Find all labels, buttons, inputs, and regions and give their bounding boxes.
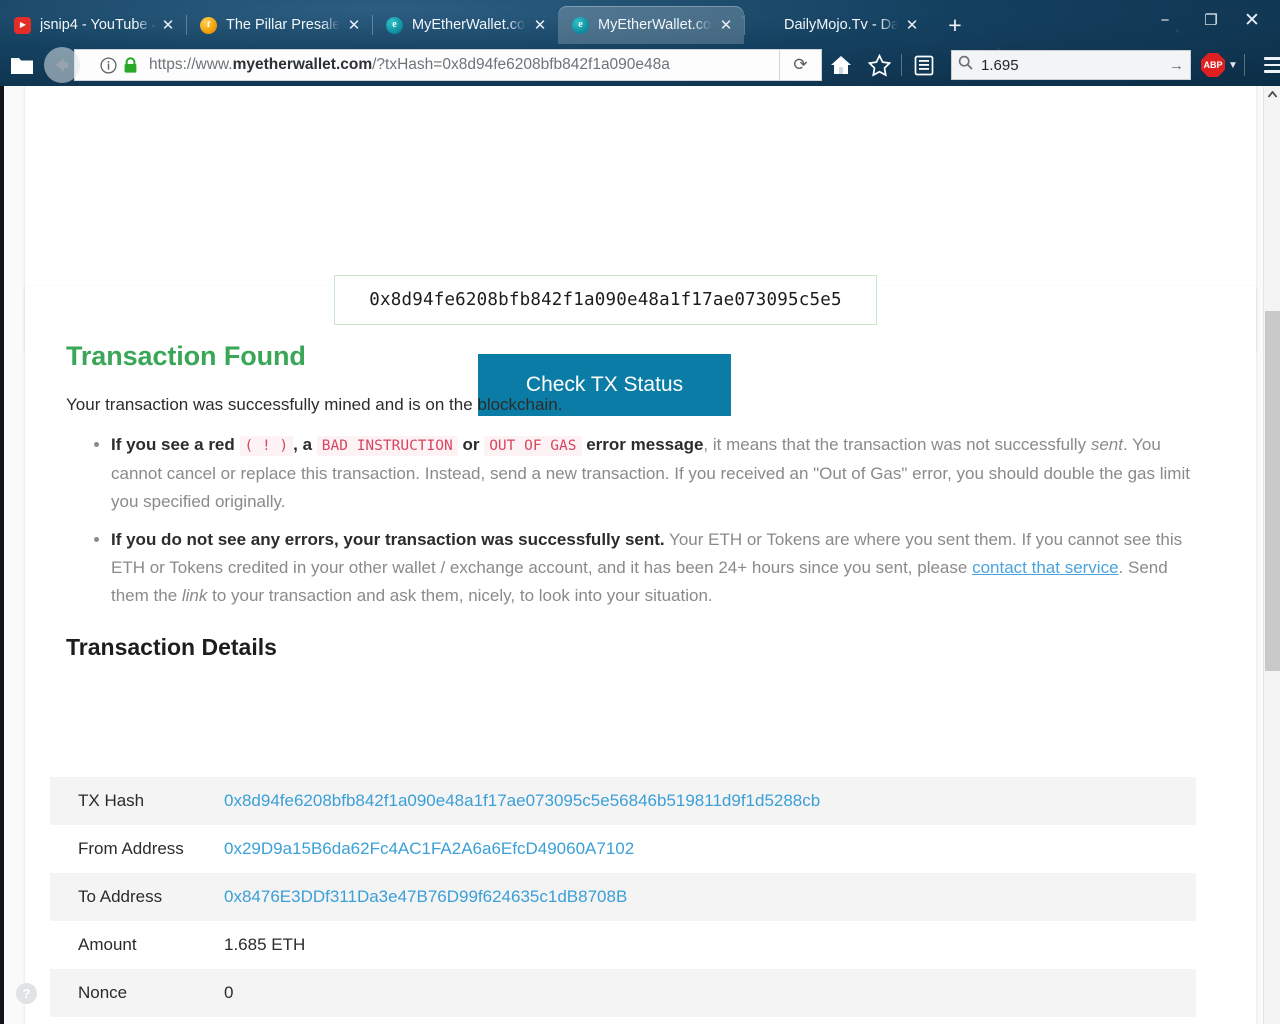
navigation-toolbar: https://www.myetherwallet.com/?txHash=0x… — [0, 44, 1280, 86]
bullet1-italic-sent: sent — [1090, 435, 1123, 454]
chevron-down-icon[interactable]: ▼ — [1225, 60, 1241, 71]
search-bar[interactable]: 1.695 → — [951, 50, 1191, 80]
bookmark-star-icon[interactable] — [860, 46, 898, 84]
code-out-of-gas: OUT OF GAS — [484, 436, 582, 456]
table-row: TX Hash 0x8d94fe6208bfb842f1a090e48a1f17… — [50, 777, 1196, 825]
bullet1-lead-d: error message — [581, 435, 704, 454]
bullet1-lead-c: or — [457, 435, 485, 454]
search-go-icon[interactable]: → — [1169, 57, 1184, 74]
transaction-details-table: TX Hash 0x8d94fe6208bfb842f1a090e48a1f17… — [16, 777, 1196, 1024]
help-icon[interactable]: ? — [16, 983, 37, 1004]
table-row: ? Gas Limit 84009 — [50, 1017, 1196, 1024]
bullet2-rest-c: to your transaction and ask them, nicely… — [207, 586, 713, 605]
bullet-success-info: If you do not see any errors, your trans… — [111, 526, 1196, 610]
tab-separator — [186, 15, 187, 35]
tab-separator — [744, 15, 745, 35]
close-icon[interactable]: ✕ — [156, 13, 180, 37]
bullet2-bold: If you do not see any errors, your trans… — [111, 530, 665, 549]
home-icon[interactable] — [822, 46, 860, 84]
scrollbar-thumb[interactable] — [1265, 311, 1280, 671]
row-label: To Address — [78, 887, 163, 906]
tab-title: The Pillar Presale S — [226, 17, 340, 33]
adblock-plus-icon[interactable]: ABP — [1201, 53, 1225, 77]
back-button[interactable] — [44, 47, 80, 83]
site-info-icon[interactable] — [97, 54, 119, 76]
close-window-button[interactable]: ✕ — [1234, 0, 1280, 40]
row-value-amount: 1.685 ETH — [224, 935, 306, 954]
reading-list-icon[interactable] — [905, 46, 943, 84]
search-input-value[interactable]: 1.695 — [981, 57, 1169, 74]
close-icon[interactable]: ✕ — [342, 13, 366, 37]
txhash-input[interactable]: 0x8d94fe6208bfb842f1a090e48a1f17ae073095… — [334, 275, 877, 325]
row-value-to-address[interactable]: 0x8476E3DDf311Da3e47B76D99f624635c1dB870… — [224, 887, 1196, 907]
tab-title: DailyMojo.Tv - DailyM — [784, 17, 898, 33]
close-icon[interactable]: ✕ — [900, 13, 924, 37]
code-paren-bang: ( ! ) — [239, 436, 294, 456]
bullet2-italic-link: link — [181, 586, 208, 605]
new-tab-button[interactable]: + — [936, 6, 974, 44]
search-icon — [958, 55, 973, 75]
browser-tab-5[interactable]: DailyMojo.Tv - DailyM ✕ — [744, 6, 930, 44]
blank-favicon — [758, 17, 775, 34]
row-label: Nonce — [78, 983, 128, 1002]
code-bad-instruction: BAD INSTRUCTION — [316, 436, 458, 456]
details-section-title: Transaction Details — [66, 634, 277, 660]
page-scrollbar[interactable] — [1263, 86, 1280, 1024]
table-row: From Address 0x29D9a15B6da62Fc4AC1FA2A6a… — [50, 825, 1196, 873]
row-value-from-address[interactable]: 0x29D9a15B6da62Fc4AC1FA2A6a6EfcD49060A71… — [224, 839, 1196, 859]
browser-chrome: jsnip4 - YouTube ✕ t The Pillar Presale … — [0, 0, 1280, 86]
toolbar-divider — [1244, 54, 1245, 76]
bullet1-lead-a: If you see a red — [111, 435, 240, 454]
close-icon[interactable]: ✕ — [528, 13, 552, 37]
tx-result-content: Transaction Found Your transaction was s… — [66, 341, 1196, 661]
status-subtitle: Your transaction was successfully mined … — [66, 395, 563, 414]
tab-title: jsnip4 - YouTube — [40, 17, 148, 33]
scroll-up-icon[interactable] — [1264, 86, 1280, 103]
toolbar-divider — [901, 54, 902, 76]
browser-tab-4-active[interactable]: e MyEtherWallet.com ✕ — [558, 6, 744, 44]
tab-title: MyEtherWallet.com — [598, 17, 712, 33]
row-label: From Address — [78, 839, 184, 858]
reload-icon[interactable]: ⟳ — [780, 49, 822, 81]
youtube-favicon — [14, 16, 31, 34]
browser-tab-3[interactable]: e MyEtherWallet.com ✕ — [372, 6, 558, 44]
tab-title: MyEtherWallet.com — [412, 17, 526, 33]
txhash-input-value: 0x8d94fe6208bfb842f1a090e48a1f17ae073095… — [369, 290, 842, 310]
row-value-txhash[interactable]: 0x8d94fe6208bfb842f1a090e48a1f17ae073095… — [224, 791, 1196, 811]
browser-tab-2[interactable]: t The Pillar Presale S ✕ — [186, 6, 372, 44]
pillar-favicon: t — [200, 16, 217, 34]
address-bar[interactable]: https://www.myetherwallet.com/?txHash=0x… — [74, 49, 780, 81]
tab-strip: jsnip4 - YouTube ✕ t The Pillar Presale … — [0, 0, 1100, 44]
browser-tab-1[interactable]: jsnip4 - YouTube ✕ — [0, 6, 186, 44]
mew-favicon: e — [386, 16, 403, 34]
hamburger-menu-icon[interactable] — [1254, 46, 1280, 84]
table-row: To Address 0x8476E3DDf311Da3e47B76D99f62… — [50, 873, 1196, 921]
mew-favicon: e — [572, 16, 589, 34]
table-row: ? Nonce 0 — [16, 969, 1196, 1017]
window-controls: − ❐ ✕ — [1142, 0, 1280, 40]
tab-separator — [372, 15, 373, 35]
minimize-button[interactable]: − — [1142, 0, 1188, 40]
url-text: https://www.myetherwallet.com/?txHash=0x… — [149, 56, 670, 73]
bullet1-rest-a: , it means that the transaction was not … — [703, 435, 1091, 454]
restore-button[interactable]: ❐ — [1188, 0, 1234, 40]
row-label: Amount — [78, 935, 137, 954]
row-value-nonce: 0 — [224, 983, 234, 1002]
table-row: Amount 1.685 ETH — [50, 921, 1196, 969]
contact-that-service-link[interactable]: contact that service — [972, 558, 1118, 577]
info-bullet-list: If you see a red ( ! ), a BAD INSTRUCTIO… — [66, 431, 1196, 610]
row-label: TX Hash — [78, 791, 145, 810]
bullet-error-info: If you see a red ( ! ), a BAD INSTRUCTIO… — [111, 431, 1196, 516]
bullet1-lead-b: , a — [293, 435, 317, 454]
page-left-edge — [0, 86, 4, 1024]
folder-icon[interactable] — [0, 44, 44, 86]
page-title: Transaction Found — [66, 341, 306, 371]
close-icon[interactable]: ✕ — [714, 13, 738, 37]
page-viewport: 0x8d94fe6208bfb842f1a090e48a1f17ae073095… — [0, 86, 1280, 1024]
lock-icon — [119, 54, 141, 76]
